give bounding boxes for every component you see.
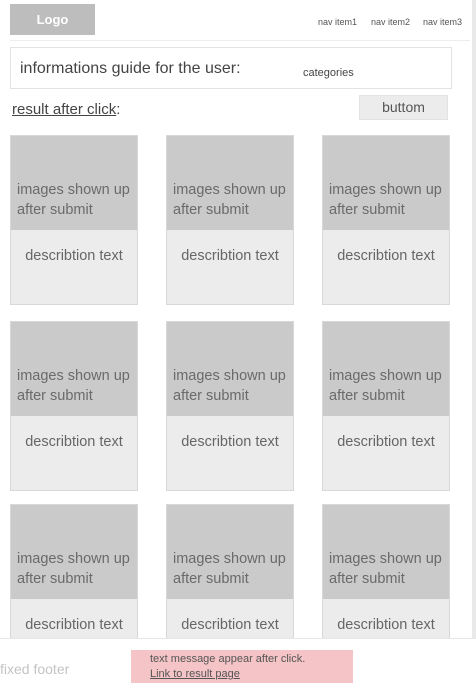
- bottom-button[interactable]: buttom: [359, 95, 448, 120]
- info-guide-text: informations guide for the user:: [20, 60, 241, 77]
- result-heading-text: result after click: [12, 101, 117, 118]
- card-description: describtion text: [181, 248, 279, 264]
- image-placeholder-text: images shown up after submit: [17, 551, 130, 587]
- image-placeholder-text: images shown up after submit: [17, 368, 130, 404]
- card-description: describtion text: [181, 434, 279, 450]
- click-message-toast: text message appear after click. Link to…: [131, 650, 353, 683]
- image-placeholder-text: images shown up after submit: [173, 368, 286, 404]
- card-description: describtion text: [337, 248, 435, 264]
- categories-link[interactable]: categories: [303, 67, 354, 79]
- image-placeholder-text: images shown up after submit: [329, 551, 442, 587]
- result-card[interactable]: images shown up after submit describtion…: [166, 321, 294, 491]
- result-card[interactable]: images shown up after submit describtion…: [322, 135, 450, 305]
- result-card[interactable]: images shown up after submit describtion…: [322, 321, 450, 491]
- card-description: describtion text: [337, 434, 435, 450]
- image-placeholder-text: images shown up after submit: [173, 182, 286, 218]
- card-description: describtion text: [25, 617, 123, 633]
- image-placeholder-text: images shown up after submit: [17, 182, 130, 218]
- result-page-link[interactable]: Link to result page: [150, 668, 240, 680]
- logo[interactable]: Logo: [10, 4, 95, 35]
- nav-item-1[interactable]: nav item1: [318, 17, 357, 27]
- header-divider: [10, 40, 470, 41]
- footer-label: fixed footer: [0, 661, 70, 677]
- card-description: describtion text: [25, 248, 123, 264]
- result-card[interactable]: images shown up after submit describtion…: [10, 321, 138, 491]
- card-description: describtion text: [181, 617, 279, 633]
- nav-item-3[interactable]: nav item3: [423, 17, 462, 27]
- card-description: describtion text: [25, 434, 123, 450]
- card-description: describtion text: [337, 617, 435, 633]
- result-card[interactable]: images shown up after submit describtion…: [166, 135, 294, 305]
- result-heading-colon: :: [116, 101, 121, 118]
- fixed-footer: fixed footer text message appear after c…: [0, 638, 476, 696]
- image-placeholder-text: images shown up after submit: [329, 368, 442, 404]
- window-edge: [472, 0, 476, 695]
- image-placeholder-text: images shown up after submit: [173, 551, 286, 587]
- result-card[interactable]: images shown up after submit describtion…: [10, 135, 138, 305]
- nav-item-2[interactable]: nav item2: [371, 17, 410, 27]
- result-heading: result after click:: [12, 101, 120, 118]
- info-guide-box: informations guide for the user: categor…: [10, 47, 452, 89]
- toast-message: text message appear after click.: [150, 653, 306, 665]
- image-placeholder-text: images shown up after submit: [329, 182, 442, 218]
